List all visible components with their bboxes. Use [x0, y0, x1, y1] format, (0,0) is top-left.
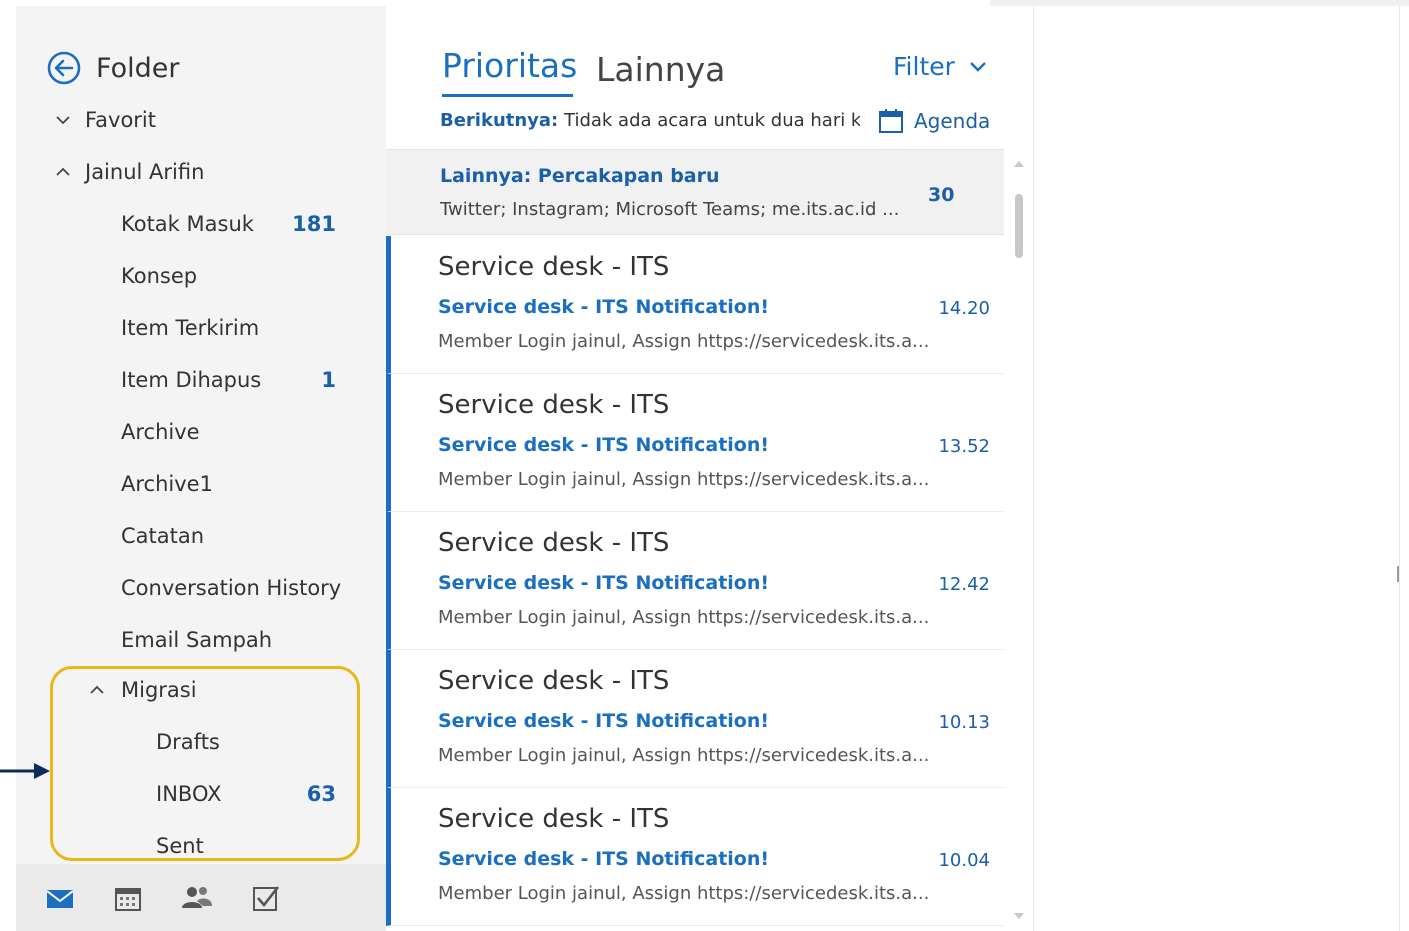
scroll-down-icon[interactable]: [1013, 912, 1025, 920]
edge-marker: [1397, 566, 1399, 582]
message-time: 14.20: [938, 298, 990, 319]
upcoming-text: Tidak ada acara untuk dua hari ke: [564, 110, 860, 131]
tab-prioritas[interactable]: Prioritas: [442, 46, 577, 85]
folder-item-label: Email Sampah: [121, 628, 273, 652]
message-list-pane: Prioritas Lainnya Filter Berikutnya: Tid…: [386, 6, 1034, 931]
folder-item-label: Kotak Masuk: [121, 212, 254, 236]
folder-item[interactable]: Archive: [16, 406, 386, 458]
message-time: 13.52: [938, 436, 990, 457]
message-subject: Service desk - ITS Notification!: [438, 848, 770, 870]
message-sender: Service desk - ITS: [438, 528, 670, 558]
folder-item-label: INBOX: [156, 782, 222, 806]
reading-pane: [1034, 6, 1400, 931]
folder-item-label: Drafts: [156, 730, 220, 754]
chevron-up-icon[interactable]: [54, 163, 72, 181]
agenda-label: Agenda: [914, 109, 991, 133]
folder-item-label: Item Terkirim: [121, 316, 260, 340]
message-subject: Service desk - ITS Notification!: [438, 296, 770, 318]
module-switcher: [16, 864, 386, 931]
account-label: Jainul Arifin: [85, 160, 205, 184]
folder-item[interactable]: Catatan: [16, 510, 386, 562]
outlook-web-window: Folder Favorit Jainul Arifin Kotak Masuk…: [0, 0, 1409, 931]
chevron-down-icon[interactable]: [54, 111, 72, 129]
chevron-up-icon[interactable]: [88, 681, 106, 699]
folder-item[interactable]: Archive1: [16, 458, 386, 510]
agenda-link[interactable]: Agenda: [878, 108, 990, 134]
other-notice-count: 30: [928, 184, 955, 206]
folder-item[interactable]: Conversation History: [16, 562, 386, 614]
account-group[interactable]: Jainul Arifin: [16, 146, 386, 198]
message-subject: Service desk - ITS Notification!: [438, 434, 770, 456]
migrasi-folder-item[interactable]: Drafts: [16, 716, 386, 768]
message-preview: Member Login jainul, Assign https://serv…: [438, 883, 930, 904]
message-subject: Service desk - ITS Notification!: [438, 572, 770, 594]
tasks-icon[interactable]: [252, 884, 280, 912]
folder-item-label: Konsep: [121, 264, 198, 288]
message-time: 10.13: [938, 712, 990, 733]
pointer-arrow-icon: [0, 763, 50, 779]
message-list-scrollbar[interactable]: [1008, 154, 1030, 929]
folder-item-label: Conversation History: [121, 576, 342, 600]
favorites-label: Favorit: [85, 108, 156, 132]
unread-count-badge: 181: [292, 212, 336, 236]
other-notice-senders: Twitter; Instagram; Microsoft Teams; me.…: [440, 199, 900, 220]
message-preview: Member Login jainul, Assign https://serv…: [438, 331, 930, 352]
message-preview: Member Login jainul, Assign https://serv…: [438, 469, 930, 490]
message-sender: Service desk - ITS: [438, 666, 670, 696]
message-sender: Service desk - ITS: [438, 804, 670, 834]
message-preview: Member Login jainul, Assign https://serv…: [438, 607, 930, 628]
folder-item-label: Archive: [121, 420, 200, 444]
message-list-item[interactable]: Service desk - ITS Service desk - ITS Not…: [386, 650, 1004, 788]
upcoming-prefix: Berikutnya:: [440, 110, 559, 131]
folder-item-label: Sent: [156, 834, 204, 858]
active-tab-underline: [442, 94, 573, 97]
people-icon[interactable]: [180, 884, 214, 910]
migrasi-label: Migrasi: [121, 678, 197, 702]
message-time: 10.04: [938, 850, 990, 871]
other-notice-title: Lainnya: Percakapan baru: [440, 165, 720, 187]
back-arrow-icon[interactable]: [46, 50, 82, 86]
message-time: 12.42: [938, 574, 990, 595]
message-list-item[interactable]: Service desk - ITS Service desk - ITS Not…: [386, 788, 1004, 926]
calendar-icon[interactable]: [114, 886, 142, 912]
folder-item-label: Catatan: [121, 524, 205, 548]
tab-lainnya[interactable]: Lainnya: [596, 50, 725, 89]
favorites-group[interactable]: Favorit: [16, 94, 386, 146]
folder-item-label: Archive1: [121, 472, 213, 496]
migrasi-folder-item[interactable]: INBOX 63: [16, 768, 386, 820]
folder-header[interactable]: Folder: [46, 50, 179, 86]
folder-item-label: Item Dihapus: [121, 368, 262, 392]
message-list-item[interactable]: Service desk - ITS Service desk - ITS Not…: [386, 512, 1004, 650]
mail-icon[interactable]: [46, 888, 74, 910]
unread-count-badge: 63: [306, 782, 336, 806]
message-sender: Service desk - ITS: [438, 252, 670, 282]
folder-item[interactable]: Item Terkirim: [16, 302, 386, 354]
folder-item[interactable]: Email Sampah: [16, 614, 386, 666]
unread-count-badge: 1: [321, 368, 336, 392]
message-preview: Member Login jainul, Assign https://serv…: [438, 745, 930, 766]
message-list-item[interactable]: Service desk - ITS Service desk - ITS Not…: [386, 236, 1004, 374]
message-sender: Service desk - ITS: [438, 390, 670, 420]
folder-pane: Folder Favorit Jainul Arifin Kotak Masuk…: [16, 6, 386, 931]
folder-pane-title: Folder: [96, 52, 180, 84]
filter-label: Filter: [893, 52, 955, 81]
scroll-thumb[interactable]: [1015, 194, 1023, 258]
filter-button[interactable]: Filter: [893, 52, 987, 81]
scroll-up-icon[interactable]: [1013, 160, 1025, 168]
folder-item[interactable]: Item Dihapus 1: [16, 354, 386, 406]
other-inbox-notice[interactable]: Lainnya: Percakapan baru Twitter; Instag…: [386, 149, 1004, 235]
folder-item[interactable]: Konsep: [16, 250, 386, 302]
folder-item[interactable]: Kotak Masuk 181: [16, 198, 386, 250]
message-list-item[interactable]: Service desk - ITS Service desk - ITS Not…: [386, 374, 1004, 512]
upcoming-event-line: Berikutnya: Tidak ada acara untuk dua ha…: [440, 110, 860, 131]
migrasi-group[interactable]: Migrasi: [16, 664, 386, 716]
message-subject: Service desk - ITS Notification!: [438, 710, 770, 732]
chevron-down-icon: [970, 61, 986, 72]
calendar-icon: [879, 109, 903, 133]
